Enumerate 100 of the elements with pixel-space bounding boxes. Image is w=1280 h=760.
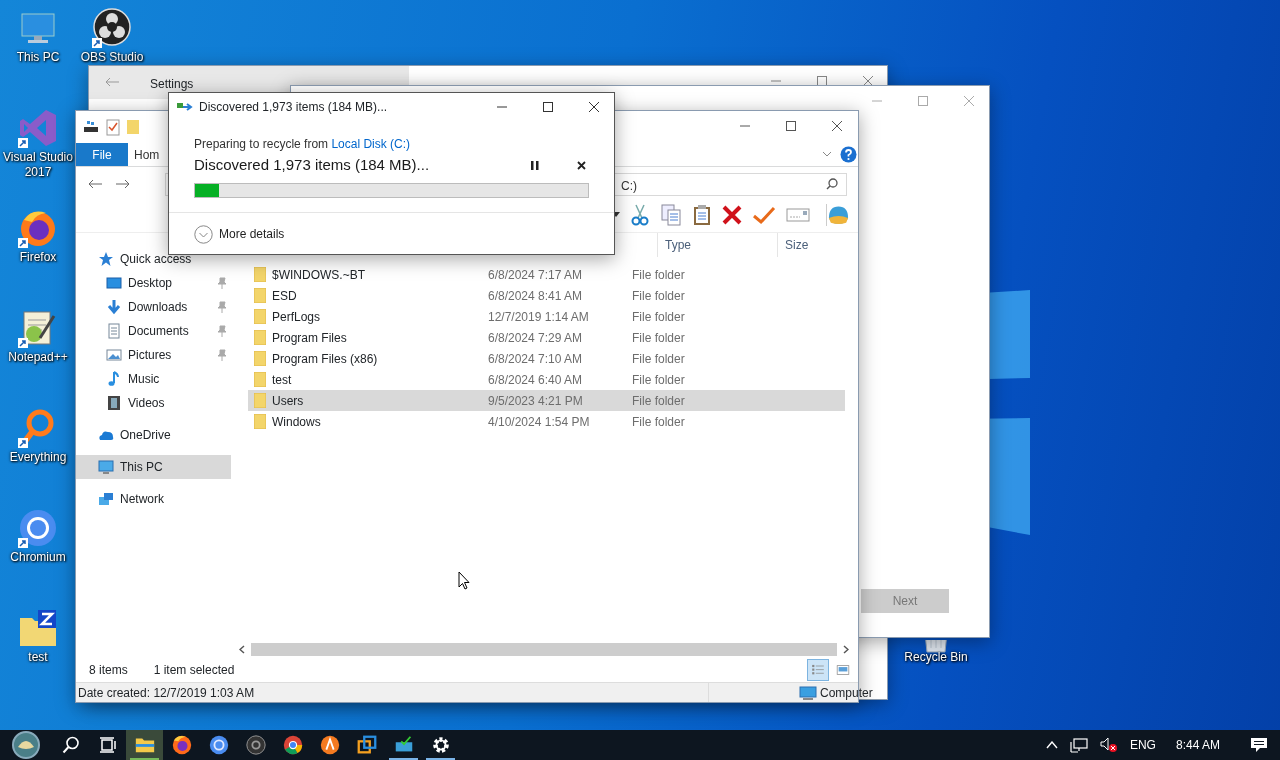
nav-item-row[interactable]: OneDrive: [76, 423, 233, 447]
more-details-toggle[interactable]: More details: [219, 225, 285, 243]
overlapping-squares-icon[interactable]: [355, 734, 378, 756]
file-row[interactable]: test 6/8/2024 6:40 AM File folder: [248, 369, 845, 390]
delete-icon[interactable]: [722, 204, 742, 225]
back-arrow-icon[interactable]: [88, 179, 102, 189]
nav-item-row[interactable]: Pictures: [76, 343, 233, 367]
file-row[interactable]: PerfLogs 12/7/2019 1:14 AM File folder: [248, 306, 845, 327]
nav-item[interactable]: This PC: [120, 458, 163, 476]
notepad-icon[interactable]: [18, 308, 58, 348]
visual-studio-icon[interactable]: [18, 108, 58, 148]
nav-item[interactable]: Music: [128, 370, 160, 388]
maximize-icon[interactable]: [543, 102, 553, 112]
desktop-icon[interactable]: [106, 275, 122, 291]
nav-item[interactable]: Documents: [128, 322, 189, 340]
zip-folder-icon[interactable]: [18, 608, 58, 648]
icon-label[interactable]: Notepad++: [8, 350, 68, 365]
shell-icon[interactable]: [826, 203, 850, 226]
search-icon[interactable]: [61, 736, 80, 754]
icon-label[interactable]: Visual Studio 2017: [0, 150, 76, 180]
file-name[interactable]: PerfLogs: [272, 307, 321, 326]
icon-label[interactable]: test: [28, 650, 48, 665]
nav-item-row[interactable]: Music: [76, 367, 233, 391]
nav-item-row[interactable]: This PC: [76, 455, 231, 479]
file-name[interactable]: $WINDOWS.~BT: [272, 265, 365, 284]
column-header[interactable]: Size: [777, 233, 857, 257]
file-row[interactable]: ESD 6/8/2024 8:41 AM File folder: [248, 285, 845, 306]
file-name[interactable]: test: [272, 370, 292, 389]
nav-item-row[interactable]: Quick access: [76, 247, 233, 271]
taskbar-button[interactable]: [126, 730, 163, 760]
obs-icon[interactable]: [92, 8, 132, 48]
nav-item[interactable]: Pictures: [128, 346, 172, 364]
firefox-icon[interactable]: [170, 734, 193, 756]
nav-item[interactable]: Desktop: [128, 274, 173, 292]
nav-item-row[interactable]: Network: [76, 487, 233, 511]
star-icon[interactable]: [98, 251, 114, 267]
notification-icon[interactable]: [1250, 737, 1268, 753]
expand-circle-icon[interactable]: [194, 224, 213, 244]
nav-item-row[interactable]: Downloads: [76, 295, 233, 319]
nav-item[interactable]: OneDrive: [120, 426, 171, 444]
pause-icon[interactable]: [531, 160, 539, 170]
ribbon-tab[interactable]: Hom: [128, 143, 168, 166]
chevron-down-icon[interactable]: [822, 151, 832, 157]
file-name[interactable]: Program Files: [272, 328, 347, 347]
maximize-icon[interactable]: [786, 121, 796, 131]
nav-item[interactable]: Quick access: [120, 250, 192, 268]
close-icon[interactable]: [577, 160, 586, 170]
icon-label[interactable]: Everything: [9, 450, 67, 465]
search-icon[interactable]: [826, 178, 838, 190]
scroll-right-icon[interactable]: [843, 645, 849, 654]
muted-speaker-icon[interactable]: [1099, 737, 1118, 753]
launcher-icon[interactable]: [318, 734, 341, 756]
file-name[interactable]: ESD: [272, 286, 297, 305]
icon-label[interactable]: Firefox: [19, 250, 57, 265]
computer-drive-icon[interactable]: [82, 120, 100, 134]
file-row[interactable]: Program Files (x86) 6/8/2024 7:10 AM File folder: [248, 348, 845, 369]
clock-time[interactable]: 8:44 AM: [1175, 736, 1220, 754]
file-row[interactable]: Program Files 6/8/2024 7:29 AM File folder: [248, 327, 845, 348]
nav-item[interactable]: Videos: [128, 394, 165, 412]
nav-item-row[interactable]: Desktop: [76, 271, 233, 295]
music-note-icon[interactable]: [106, 371, 122, 387]
close-icon[interactable]: [832, 121, 842, 131]
close-icon[interactable]: [589, 102, 599, 112]
task-view-icon[interactable]: [98, 737, 117, 753]
file-row[interactable]: Users 9/5/2023 4:21 PM File folder: [248, 390, 845, 411]
file-name[interactable]: Windows: [272, 412, 321, 431]
source-link[interactable]: Local Disk (C:): [331, 137, 411, 151]
scrollbar-thumb[interactable]: [251, 643, 837, 656]
language-indicator[interactable]: ENG: [1129, 736, 1156, 754]
nav-item-row[interactable]: Documents: [76, 319, 233, 343]
chrome-icon[interactable]: [281, 734, 304, 756]
file-name[interactable]: Users: [272, 391, 304, 410]
nav-item[interactable]: Downloads: [128, 298, 188, 316]
properties-icon[interactable]: [106, 118, 120, 136]
network-icon[interactable]: [1069, 737, 1088, 753]
obs-icon[interactable]: [244, 734, 267, 756]
scroll-left-icon[interactable]: [239, 645, 245, 654]
icon-label[interactable]: Recycle Bin: [904, 650, 968, 665]
nav-item-row[interactable]: Videos: [76, 391, 233, 415]
icon-label[interactable]: OBS Studio: [80, 50, 144, 65]
file-name[interactable]: Program Files (x86): [272, 349, 378, 368]
chromium-icon[interactable]: [207, 734, 230, 756]
clipboard-icon[interactable]: [692, 203, 712, 226]
column-header[interactable]: Type: [657, 233, 777, 257]
help-icon[interactable]: [840, 146, 857, 163]
icon-label[interactable]: This PC: [16, 50, 60, 65]
forward-arrow-icon[interactable]: [116, 179, 130, 189]
download-arrow-icon[interactable]: [106, 299, 122, 315]
chevron-up-icon[interactable]: [1045, 741, 1058, 749]
start-orb-icon[interactable]: [9, 731, 43, 759]
file-row[interactable]: Windows 4/10/2024 1:54 PM File folder: [248, 411, 845, 432]
picture-icon[interactable]: [106, 347, 122, 363]
scissors-icon[interactable]: [630, 203, 650, 226]
ribbon-tab[interactable]: File: [76, 143, 128, 166]
film-icon[interactable]: [106, 395, 122, 411]
nav-item[interactable]: Network: [120, 490, 164, 508]
computer-icon[interactable]: [98, 459, 114, 475]
checkmark-icon[interactable]: [752, 204, 776, 225]
icon-label[interactable]: Chromium: [10, 550, 66, 565]
file-row[interactable]: $WINDOWS.~BT 6/8/2024 7:17 AM File folder: [248, 264, 845, 285]
